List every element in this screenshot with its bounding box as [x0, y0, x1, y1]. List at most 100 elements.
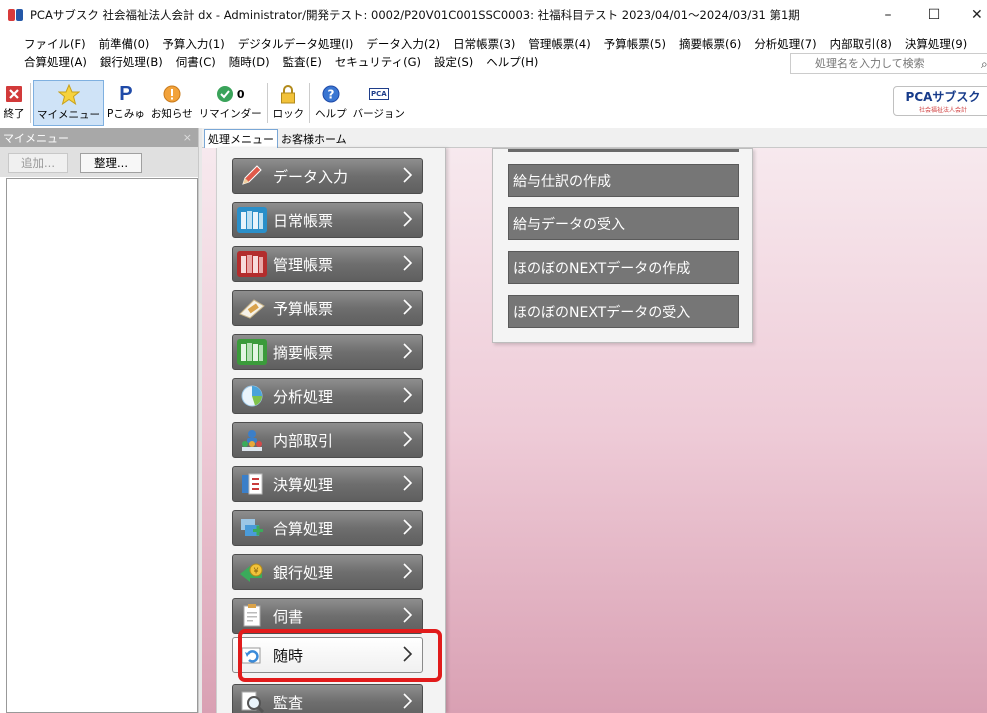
notice-label: お知らせ — [150, 108, 193, 120]
books-green-icon — [237, 339, 267, 365]
menu-budget-input[interactable]: 予算入力(1) — [162, 36, 224, 52]
reminder-button[interactable]: 0 リマインダー — [196, 80, 265, 126]
version-button[interactable]: PCA バージョン — [350, 80, 408, 126]
menu-budget-reports[interactable]: 予算帳票(5) — [604, 36, 666, 52]
svg-text:¥: ¥ — [253, 567, 258, 576]
notice-icon — [161, 83, 183, 105]
my-menu-button[interactable]: マイメニュー — [33, 80, 104, 126]
close-icon[interactable]: × — [183, 131, 192, 144]
menu-closing[interactable]: 決算処理(9) — [905, 36, 967, 52]
svg-text:?: ? — [327, 88, 334, 102]
title-bar: PCAサブスク 社会福祉法人会計 dx - Administrator/開発テス… — [0, 0, 987, 30]
version-icon: PCA — [368, 88, 389, 100]
menu-analysis[interactable]: 分析処理(7) — [754, 36, 816, 52]
lock-label: ロック — [272, 108, 305, 120]
add-button[interactable]: 追加... — [8, 153, 68, 173]
people-icon — [237, 427, 267, 453]
books-red-icon — [237, 251, 267, 277]
menu-button-daily-reports[interactable]: 日常帳票 — [232, 202, 423, 238]
help-button[interactable]: ? ヘルプ — [312, 80, 350, 126]
close-button[interactable]: ✕ — [957, 0, 987, 30]
app-logo-icon — [8, 9, 24, 21]
menu-daily-reports[interactable]: 日常帳票(3) — [453, 36, 515, 52]
menu-button-audit[interactable]: 監査 — [232, 684, 423, 713]
p-community-label: Pこみゅ — [107, 108, 145, 120]
menu-button-data-input[interactable]: データ入力 — [232, 158, 423, 194]
chevron-right-icon — [403, 607, 413, 623]
submenu-create-next-data[interactable]: ほのぼのNEXTデータの作成 — [508, 251, 739, 284]
menu-button-management-reports[interactable]: 管理帳票 — [232, 246, 423, 282]
menu-consolidation[interactable]: 合算処理(A) — [24, 54, 87, 70]
menu-row-2: 合算処理(A) 銀行処理(B) 伺書(C) 随時(D) 監査(E) セキュリティ… — [24, 54, 551, 70]
tab-customer-home[interactable]: お客様ホーム — [278, 129, 350, 148]
menu-button-consolidation[interactable]: 合算処理 — [232, 510, 423, 546]
submenu-panel: 給与仕訳の作成 給与データの受入 ほのぼのNEXTデータの作成 ほのぼのNEXT… — [492, 148, 753, 343]
submenu-import-payroll-data[interactable]: 給与データの受入 — [508, 207, 739, 240]
menu-button-label: 内部取引 — [273, 431, 334, 450]
menu-settings[interactable]: 設定(S) — [434, 54, 473, 70]
menu-bank[interactable]: 銀行処理(B) — [100, 54, 163, 70]
my-menu-actions: 追加... 整理... — [0, 147, 198, 177]
menu-bar: ファイル(F) 前準備(0) 予算入力(1) デジタルデータ処理(I) データ入… — [0, 36, 987, 76]
toolbar: 終了 マイメニュー P Pこみゅ お知らせ 0 リマインダー ロック ? ヘルプ… — [0, 80, 987, 126]
menu-anytime[interactable]: 随時(D) — [229, 54, 270, 70]
menu-button-summary-reports[interactable]: 摘要帳票 — [232, 334, 423, 370]
menu-file[interactable]: ファイル(F) — [24, 36, 86, 52]
menu-button-closing[interactable]: 決算処理 — [232, 466, 423, 502]
menu-management-reports[interactable]: 管理帳票(4) — [528, 36, 590, 52]
menu-internal-transactions[interactable]: 内部取引(8) — [830, 36, 892, 52]
menu-security[interactable]: セキュリティ(G) — [335, 54, 421, 70]
menu-request[interactable]: 伺書(C) — [176, 54, 216, 70]
menu-button-label: 分析処理 — [273, 387, 334, 406]
organize-button[interactable]: 整理... — [80, 153, 142, 173]
brand-subtitle: 社会福祉法人会計 — [918, 107, 967, 114]
memo-icon — [237, 603, 267, 629]
reminder-icon: 0 — [212, 83, 248, 105]
pca-brand-logo: PCAサブスク 社会福祉法人会計 — [893, 86, 987, 116]
submenu-import-next-data[interactable]: ほのぼのNEXTデータの受入 — [508, 295, 739, 328]
search-icon[interactable]: ⌕ — [981, 57, 987, 72]
my-menu-label: マイメニュー — [37, 109, 100, 121]
menu-button-internal-transactions[interactable]: 内部取引 — [232, 422, 423, 458]
menu-button-label: 日常帳票 — [273, 211, 334, 230]
menu-audit[interactable]: 監査(E) — [283, 54, 322, 70]
p-community-icon: P — [119, 82, 133, 105]
my-menu-panel-header: マイメニュー × — [0, 128, 198, 147]
menu-button-bank[interactable]: ¥ 銀行処理 — [232, 554, 423, 590]
lock-button[interactable]: ロック — [270, 80, 308, 126]
tab-process-menu[interactable]: 処理メニュー — [204, 129, 278, 148]
calculator-icon — [237, 295, 267, 321]
p-community-button[interactable]: P Pこみゅ — [104, 80, 148, 126]
menu-button-analysis[interactable]: 分析処理 — [232, 378, 423, 414]
exit-button[interactable]: 終了 — [0, 80, 28, 126]
menu-button-label: 合算処理 — [273, 519, 334, 538]
menu-button-label: 予算帳票 — [273, 299, 334, 318]
reminder-count-badge: 0 — [236, 87, 245, 101]
selection-highlight — [238, 629, 442, 682]
chevron-right-icon — [403, 519, 413, 535]
lock-icon — [277, 83, 299, 105]
my-menu-list[interactable] — [6, 178, 198, 713]
menu-button-label: 管理帳票 — [273, 255, 334, 274]
chevron-right-icon — [403, 475, 413, 491]
chevron-right-icon — [403, 431, 413, 447]
magnifier-icon — [237, 689, 267, 713]
menu-preparation[interactable]: 前準備(0) — [99, 36, 150, 52]
menu-data-input[interactable]: データ入力(2) — [366, 36, 440, 52]
notice-button[interactable]: お知らせ — [148, 80, 196, 126]
submenu-create-payroll-journal[interactable]: 給与仕訳の作成 — [508, 164, 739, 197]
menu-help[interactable]: ヘルプ(H) — [486, 54, 538, 70]
minimize-button[interactable]: – — [865, 0, 911, 30]
books-icon — [237, 207, 267, 233]
tab-bar: 処理メニュー お客様ホーム — [202, 128, 987, 148]
menu-button-label: 決算処理 — [273, 475, 334, 494]
process-search-input[interactable] — [791, 54, 951, 73]
chevron-right-icon — [403, 255, 413, 271]
menu-summary-reports[interactable]: 摘要帳票(6) — [679, 36, 741, 52]
menu-digital-data[interactable]: デジタルデータ処理(I) — [238, 36, 354, 52]
menu-button-budget-reports[interactable]: 予算帳票 — [232, 290, 423, 326]
maximize-button[interactable]: ☐ — [911, 0, 957, 30]
reminder-label: リマインダー — [198, 108, 262, 120]
my-menu-panel-title: マイメニュー — [3, 131, 69, 145]
bank-icon: ¥ — [237, 559, 267, 585]
